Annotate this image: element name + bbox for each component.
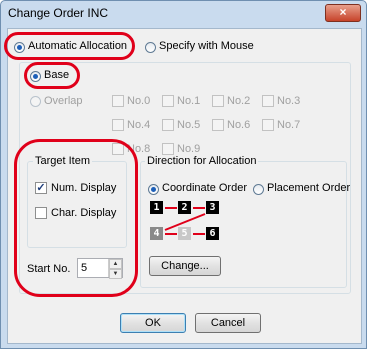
no2-checkbox[interactable] — [212, 95, 224, 107]
close-icon: × — [339, 5, 347, 19]
no5-checkbox[interactable] — [162, 119, 174, 131]
no1-label: No.1 — [177, 95, 201, 107]
no6-checkbox[interactable] — [212, 119, 224, 131]
ok-button[interactable]: OK — [120, 313, 186, 333]
placement-order-label[interactable]: Placement Order — [267, 182, 350, 194]
coordinate-order-radio[interactable] — [148, 184, 159, 195]
overlap-radio[interactable] — [30, 96, 41, 107]
no4-checkbox[interactable] — [112, 119, 124, 131]
order-preview: 1 2 3 4 5 6 — [148, 199, 226, 247]
close-button[interactable]: × — [325, 4, 361, 22]
no0-checkbox[interactable] — [112, 95, 124, 107]
no1-checkbox[interactable] — [162, 95, 174, 107]
coordinate-order-label[interactable]: Coordinate Order — [162, 182, 247, 194]
no7-label: No.7 — [277, 119, 301, 131]
preview-digit: 5 — [178, 227, 191, 240]
no3-checkbox[interactable] — [262, 95, 274, 107]
no9-checkbox[interactable] — [162, 143, 174, 155]
no9-label: No.9 — [177, 143, 201, 155]
no6-label: No.6 — [227, 119, 251, 131]
preview-digit: 6 — [206, 227, 219, 240]
specify-with-mouse-radio[interactable] — [145, 42, 156, 53]
cancel-button[interactable]: Cancel — [195, 313, 261, 333]
change-button[interactable]: Change... — [149, 256, 221, 276]
no3-label: No.3 — [277, 95, 301, 107]
no5-label: No.5 — [177, 119, 201, 131]
highlight-mode-oval — [4, 32, 135, 60]
title-bar[interactable]: Change Order INC × — [1, 1, 366, 25]
preview-digit: 3 — [206, 201, 219, 214]
preview-digit: 1 — [150, 201, 163, 214]
no2-label: No.2 — [227, 95, 251, 107]
dialog-window: Change Order INC × Automatic Allocation … — [0, 0, 367, 349]
preview-digit: 2 — [178, 201, 191, 214]
overlap-label: Overlap — [44, 95, 83, 107]
highlight-target-oval — [14, 139, 138, 297]
direction-title: Direction for Allocation — [145, 155, 259, 167]
no4-label: No.4 — [127, 119, 151, 131]
dialog-body: Automatic Allocation Specify with Mouse … — [4, 28, 362, 344]
window-title: Change Order INC — [8, 6, 109, 20]
specify-with-mouse-label[interactable]: Specify with Mouse — [159, 40, 254, 52]
no0-label: No.0 — [127, 95, 151, 107]
highlight-base-oval — [24, 62, 80, 89]
no7-checkbox[interactable] — [262, 119, 274, 131]
preview-digit: 4 — [150, 227, 163, 240]
placement-order-radio[interactable] — [253, 184, 264, 195]
